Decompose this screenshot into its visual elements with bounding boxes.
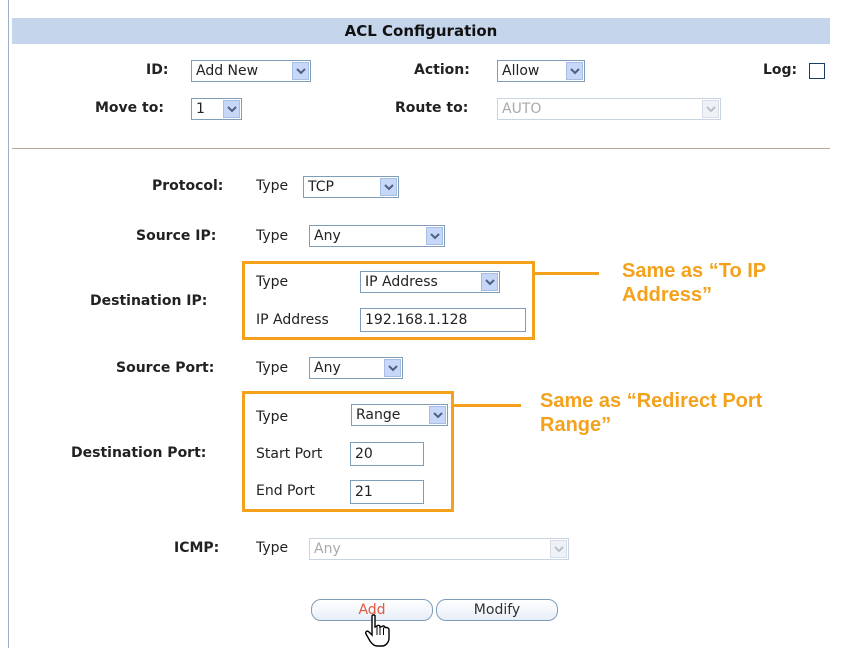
source-ip-value: Any: [314, 228, 341, 244]
action-select-value: Allow: [502, 63, 540, 79]
id-select-value: Add New: [196, 63, 259, 79]
end-port-label: End Port: [256, 483, 315, 499]
destination-port-type-label: Type: [256, 409, 289, 425]
move-to-value: 1: [196, 101, 205, 117]
destination-port-label: Destination Port:: [71, 445, 207, 461]
route-to-select[interactable]: AUTO: [497, 98, 721, 120]
callout-line: [535, 272, 599, 275]
panel-title: ACL Configuration: [12, 18, 830, 44]
end-port-input[interactable]: 21: [350, 480, 424, 504]
destination-ip-type-label: Type: [256, 274, 289, 290]
log-checkbox[interactable]: [809, 63, 825, 79]
source-ip-type-label: Type: [256, 228, 289, 244]
chevron-down-icon: [550, 540, 567, 558]
action-select[interactable]: Allow: [497, 60, 585, 82]
chevron-down-icon: [481, 273, 498, 291]
icmp-value: Any: [314, 541, 341, 557]
protocol-label: Protocol:: [152, 178, 224, 194]
protocol-value: TCP: [308, 179, 334, 195]
log-label: Log:: [763, 62, 798, 78]
start-port-label: Start Port: [256, 446, 323, 462]
id-select[interactable]: Add New: [191, 60, 311, 82]
icmp-type-label: Type: [256, 540, 289, 556]
callout-line: [454, 404, 521, 407]
source-port-label: Source Port:: [116, 360, 215, 376]
move-to-label: Move to:: [95, 100, 164, 116]
action-label: Action:: [414, 62, 470, 78]
destination-port-type-value: Range: [356, 407, 401, 423]
ip-address-label: IP Address: [256, 312, 329, 328]
icmp-select[interactable]: Any: [309, 538, 569, 560]
destination-port-type-select[interactable]: Range: [351, 404, 448, 426]
source-ip-select[interactable]: Any: [309, 225, 445, 247]
chevron-down-icon: [292, 62, 309, 80]
destination-ip-label: Destination IP:: [90, 293, 208, 309]
source-port-select[interactable]: Any: [309, 357, 403, 379]
ip-address-input[interactable]: 192.168.1.128: [360, 308, 526, 332]
chevron-down-icon: [429, 406, 446, 424]
route-to-label: Route to:: [395, 100, 469, 116]
chevron-down-icon: [426, 227, 443, 245]
move-to-select[interactable]: 1: [191, 98, 242, 120]
source-ip-label: Source IP:: [136, 228, 217, 244]
destination-ip-note: Same as “To IP Address”: [622, 260, 766, 306]
section-divider: [12, 148, 830, 149]
chevron-down-icon: [566, 62, 583, 80]
start-port-input[interactable]: 20: [350, 442, 424, 466]
destination-ip-type-value: IP Address: [365, 274, 438, 290]
protocol-type-label: Type: [256, 178, 289, 194]
destination-port-note: Same as “Redirect Port Range”: [540, 390, 763, 436]
chevron-down-icon: [384, 359, 401, 377]
chevron-down-icon: [380, 178, 397, 196]
source-port-value: Any: [314, 360, 341, 376]
source-port-type-label: Type: [256, 360, 289, 376]
protocol-select[interactable]: TCP: [303, 176, 399, 198]
modify-button[interactable]: Modify: [436, 599, 558, 621]
chevron-down-icon: [702, 100, 719, 118]
icmp-label: ICMP:: [174, 540, 220, 556]
destination-ip-type-select[interactable]: IP Address: [360, 271, 500, 293]
chevron-down-icon: [223, 100, 240, 118]
route-to-value: AUTO: [502, 101, 542, 117]
hand-cursor-icon: [365, 614, 390, 647]
id-label: ID:: [146, 62, 169, 78]
